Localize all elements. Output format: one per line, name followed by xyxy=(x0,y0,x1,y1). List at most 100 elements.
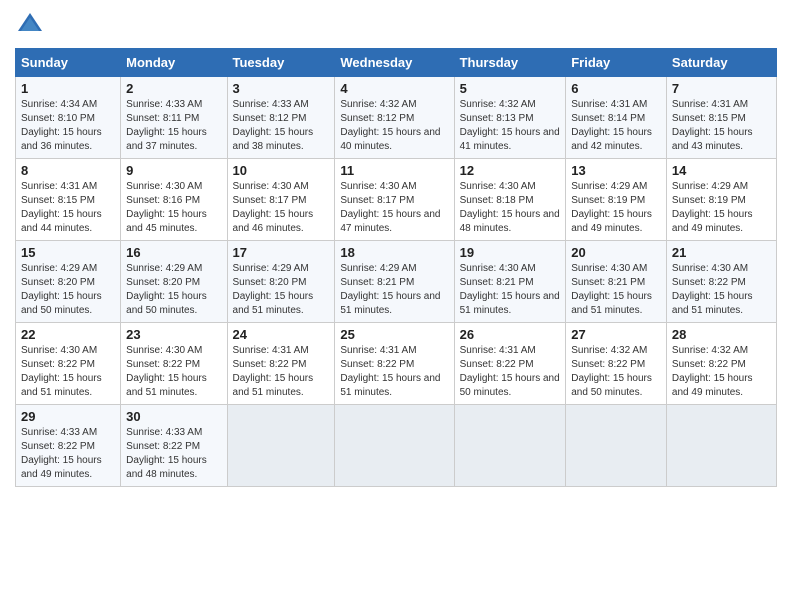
day-number: 16 xyxy=(126,245,221,260)
day-number: 18 xyxy=(340,245,448,260)
calendar-week-3: 15 Sunrise: 4:29 AM Sunset: 8:20 PM Dayli… xyxy=(16,241,777,323)
calendar-cell: 18 Sunrise: 4:29 AM Sunset: 8:21 PM Dayli… xyxy=(335,241,454,323)
calendar-cell: 14 Sunrise: 4:29 AM Sunset: 8:19 PM Dayli… xyxy=(666,159,776,241)
day-info: Sunrise: 4:30 AM Sunset: 8:21 PM Dayligh… xyxy=(571,262,661,318)
day-number: 1 xyxy=(21,81,115,96)
day-number: 3 xyxy=(233,81,330,96)
calendar-cell xyxy=(335,405,454,487)
day-info: Sunrise: 4:29 AM Sunset: 8:21 PM Dayligh… xyxy=(340,262,448,318)
day-info: Sunrise: 4:29 AM Sunset: 8:19 PM Dayligh… xyxy=(571,180,661,236)
day-number: 9 xyxy=(126,163,221,178)
calendar-table: SundayMondayTuesdayWednesdayThursdayFrid… xyxy=(15,48,777,487)
day-info: Sunrise: 4:29 AM Sunset: 8:20 PM Dayligh… xyxy=(126,262,221,318)
calendar-cell xyxy=(454,405,566,487)
calendar-cell: 8 Sunrise: 4:31 AM Sunset: 8:15 PM Daylig… xyxy=(16,159,121,241)
logo xyxy=(15,10,49,40)
calendar-cell: 22 Sunrise: 4:30 AM Sunset: 8:22 PM Dayli… xyxy=(16,323,121,405)
calendar-week-2: 8 Sunrise: 4:31 AM Sunset: 8:15 PM Daylig… xyxy=(16,159,777,241)
day-info: Sunrise: 4:32 AM Sunset: 8:22 PM Dayligh… xyxy=(571,344,661,400)
calendar-cell: 7Sunrise: 4:31 AM Sunset: 8:15 PM Daylig… xyxy=(666,77,776,159)
day-info: Sunrise: 4:30 AM Sunset: 8:17 PM Dayligh… xyxy=(233,180,330,236)
day-number: 27 xyxy=(571,327,661,342)
day-number: 6 xyxy=(571,81,661,96)
calendar-cell xyxy=(666,405,776,487)
calendar-cell: 20Sunrise: 4:30 AM Sunset: 8:21 PM Dayli… xyxy=(566,241,667,323)
calendar-cell: 11Sunrise: 4:30 AM Sunset: 8:17 PM Dayli… xyxy=(335,159,454,241)
calendar-cell: 13Sunrise: 4:29 AM Sunset: 8:19 PM Dayli… xyxy=(566,159,667,241)
header-wednesday: Wednesday xyxy=(335,49,454,77)
day-info: Sunrise: 4:30 AM Sunset: 8:16 PM Dayligh… xyxy=(126,180,221,236)
day-number: 22 xyxy=(21,327,115,342)
header-sunday: Sunday xyxy=(16,49,121,77)
calendar-cell: 21 Sunrise: 4:30 AM Sunset: 8:22 PM Dayli… xyxy=(666,241,776,323)
calendar-cell: 1 Sunrise: 4:34 AM Sunset: 8:10 PM Daylig… xyxy=(16,77,121,159)
header-tuesday: Tuesday xyxy=(227,49,335,77)
header-monday: Monday xyxy=(121,49,227,77)
calendar-cell: 2Sunrise: 4:33 AM Sunset: 8:11 PM Daylig… xyxy=(121,77,227,159)
calendar-cell: 27 Sunrise: 4:32 AM Sunset: 8:22 PM Dayli… xyxy=(566,323,667,405)
day-info: Sunrise: 4:30 AM Sunset: 8:22 PM Dayligh… xyxy=(126,344,221,400)
day-number: 8 xyxy=(21,163,115,178)
calendar-cell: 16 Sunrise: 4:29 AM Sunset: 8:20 PM Dayli… xyxy=(121,241,227,323)
calendar-week-5: 29Sunrise: 4:33 AM Sunset: 8:22 PM Dayli… xyxy=(16,405,777,487)
calendar-cell xyxy=(566,405,667,487)
day-info: Sunrise: 4:31 AM Sunset: 8:15 PM Dayligh… xyxy=(21,180,115,236)
day-number: 2 xyxy=(126,81,221,96)
calendar-week-1: 1 Sunrise: 4:34 AM Sunset: 8:10 PM Daylig… xyxy=(16,77,777,159)
day-info: Sunrise: 4:32 AM Sunset: 8:22 PM Dayligh… xyxy=(672,344,771,400)
calendar-cell: 15 Sunrise: 4:29 AM Sunset: 8:20 PM Dayli… xyxy=(16,241,121,323)
day-info: Sunrise: 4:29 AM Sunset: 8:20 PM Dayligh… xyxy=(233,262,330,318)
calendar-cell: 25 Sunrise: 4:31 AM Sunset: 8:22 PM Dayli… xyxy=(335,323,454,405)
calendar-cell: 10 Sunrise: 4:30 AM Sunset: 8:17 PM Dayli… xyxy=(227,159,335,241)
calendar-cell: 24 Sunrise: 4:31 AM Sunset: 8:22 PM Dayli… xyxy=(227,323,335,405)
day-number: 19 xyxy=(460,245,561,260)
calendar-cell: 29Sunrise: 4:33 AM Sunset: 8:22 PM Dayli… xyxy=(16,405,121,487)
day-number: 4 xyxy=(340,81,448,96)
day-number: 23 xyxy=(126,327,221,342)
day-info: Sunrise: 4:30 AM Sunset: 8:22 PM Dayligh… xyxy=(21,344,115,400)
day-number: 10 xyxy=(233,163,330,178)
day-info: Sunrise: 4:29 AM Sunset: 8:19 PM Dayligh… xyxy=(672,180,771,236)
logo-icon xyxy=(15,10,45,40)
calendar-cell: 19 Sunrise: 4:30 AM Sunset: 8:21 PM Dayli… xyxy=(454,241,566,323)
day-info: Sunrise: 4:31 AM Sunset: 8:22 PM Dayligh… xyxy=(233,344,330,400)
calendar-cell: 23 Sunrise: 4:30 AM Sunset: 8:22 PM Dayli… xyxy=(121,323,227,405)
day-info: Sunrise: 4:33 AM Sunset: 8:22 PM Dayligh… xyxy=(126,426,221,482)
day-info: Sunrise: 4:34 AM Sunset: 8:10 PM Dayligh… xyxy=(21,98,115,154)
calendar-cell: 3 Sunrise: 4:33 AM Sunset: 8:12 PM Daylig… xyxy=(227,77,335,159)
day-info: Sunrise: 4:30 AM Sunset: 8:22 PM Dayligh… xyxy=(672,262,771,318)
day-info: Sunrise: 4:30 AM Sunset: 8:17 PM Dayligh… xyxy=(340,180,448,236)
calendar-header-row: SundayMondayTuesdayWednesdayThursdayFrid… xyxy=(16,49,777,77)
day-info: Sunrise: 4:31 AM Sunset: 8:22 PM Dayligh… xyxy=(460,344,561,400)
day-number: 12 xyxy=(460,163,561,178)
day-number: 5 xyxy=(460,81,561,96)
day-info: Sunrise: 4:32 AM Sunset: 8:13 PM Dayligh… xyxy=(460,98,561,154)
calendar-cell: 30 Sunrise: 4:33 AM Sunset: 8:22 PM Dayli… xyxy=(121,405,227,487)
day-number: 15 xyxy=(21,245,115,260)
calendar-week-4: 22 Sunrise: 4:30 AM Sunset: 8:22 PM Dayli… xyxy=(16,323,777,405)
header-thursday: Thursday xyxy=(454,49,566,77)
header-friday: Friday xyxy=(566,49,667,77)
calendar-cell: 17 Sunrise: 4:29 AM Sunset: 8:20 PM Dayli… xyxy=(227,241,335,323)
day-info: Sunrise: 4:33 AM Sunset: 8:12 PM Dayligh… xyxy=(233,98,330,154)
calendar-cell: 9 Sunrise: 4:30 AM Sunset: 8:16 PM Daylig… xyxy=(121,159,227,241)
calendar-cell: 26 Sunrise: 4:31 AM Sunset: 8:22 PM Dayli… xyxy=(454,323,566,405)
day-info: Sunrise: 4:30 AM Sunset: 8:21 PM Dayligh… xyxy=(460,262,561,318)
day-number: 24 xyxy=(233,327,330,342)
day-info: Sunrise: 4:30 AM Sunset: 8:18 PM Dayligh… xyxy=(460,180,561,236)
calendar-cell: 6Sunrise: 4:31 AM Sunset: 8:14 PM Daylig… xyxy=(566,77,667,159)
day-number: 30 xyxy=(126,409,221,424)
calendar-cell: 4 Sunrise: 4:32 AM Sunset: 8:12 PM Daylig… xyxy=(335,77,454,159)
day-info: Sunrise: 4:31 AM Sunset: 8:22 PM Dayligh… xyxy=(340,344,448,400)
calendar-cell: 5 Sunrise: 4:32 AM Sunset: 8:13 PM Daylig… xyxy=(454,77,566,159)
day-info: Sunrise: 4:29 AM Sunset: 8:20 PM Dayligh… xyxy=(21,262,115,318)
day-number: 26 xyxy=(460,327,561,342)
calendar-cell: 28Sunrise: 4:32 AM Sunset: 8:22 PM Dayli… xyxy=(666,323,776,405)
day-number: 14 xyxy=(672,163,771,178)
day-number: 17 xyxy=(233,245,330,260)
day-info: Sunrise: 4:32 AM Sunset: 8:12 PM Dayligh… xyxy=(340,98,448,154)
day-number: 7 xyxy=(672,81,771,96)
header-saturday: Saturday xyxy=(666,49,776,77)
day-number: 25 xyxy=(340,327,448,342)
day-number: 21 xyxy=(672,245,771,260)
